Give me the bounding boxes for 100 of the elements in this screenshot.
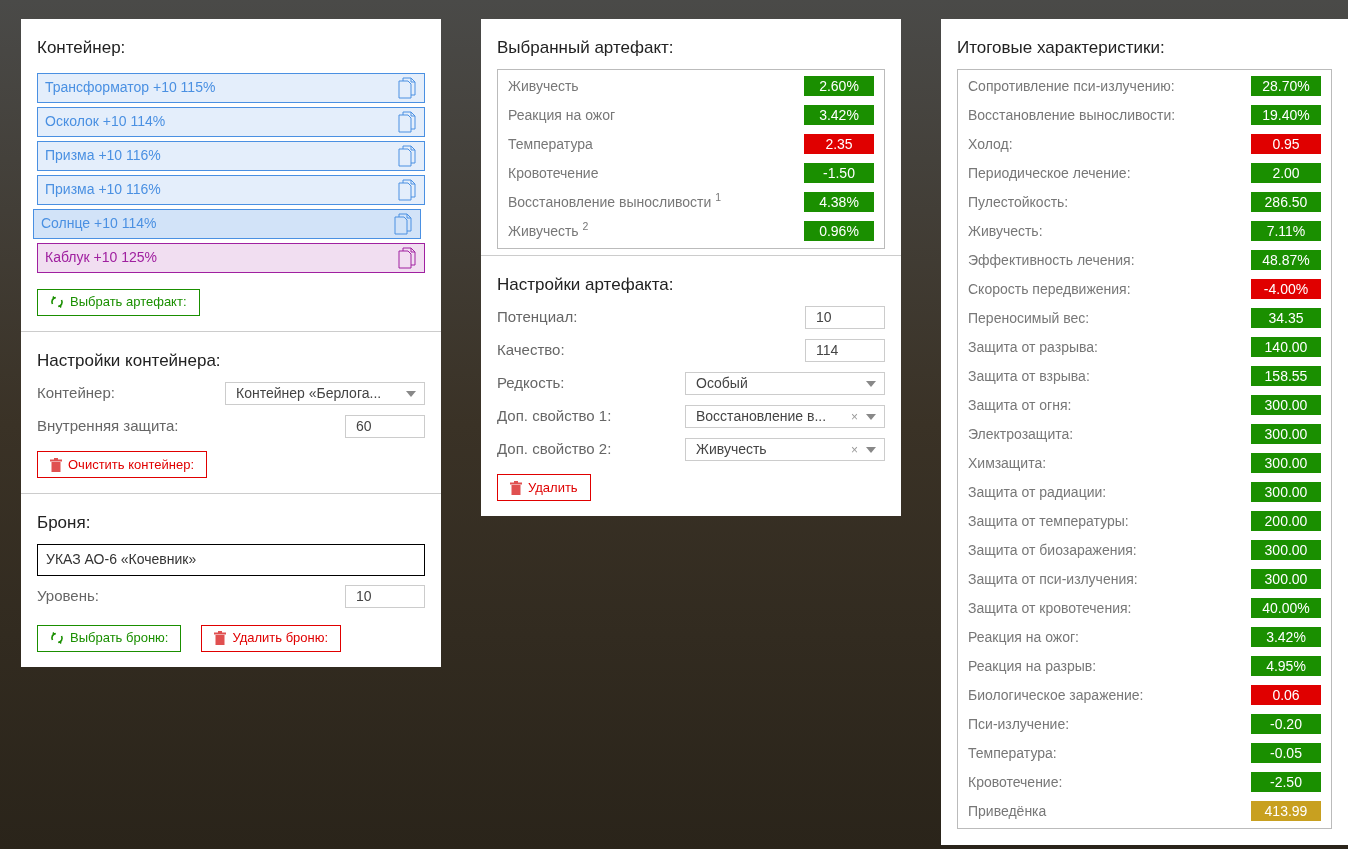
stat-value: 2.60%	[804, 76, 874, 96]
dropdown[interactable]: Особый	[685, 372, 885, 395]
number-field[interactable]: 10	[345, 584, 425, 608]
stat-label: Восстановление выносливости $^{1}$	[508, 191, 722, 212]
stat-label: Периодическое лечение:	[968, 163, 1131, 183]
dropdown[interactable]: Контейнер «Берлога...	[225, 382, 425, 405]
stat-value: 2.35	[804, 134, 874, 154]
stat-value: 286.50	[1251, 192, 1321, 212]
copy-icon[interactable]	[398, 246, 416, 269]
field-label: Редкость:	[497, 373, 565, 394]
stat-value: 200.00	[1251, 511, 1321, 531]
stat-label: Защита от огня:	[968, 395, 1072, 415]
armor-field[interactable]: УКАЗ АО-6 «Кочевник»	[37, 543, 425, 576]
delete-armor-button[interactable]: Удалить броню:	[201, 624, 342, 652]
choose-armor-button[interactable]: Выбрать броню:	[37, 624, 182, 652]
stat-label: Пулестойкость:	[968, 192, 1069, 212]
stat-value: 4.38%	[804, 192, 874, 212]
stat-label: Живучесть $^{2}$	[508, 220, 589, 241]
panel-title: Настройки контейнера:	[37, 349, 222, 372]
copy-icon[interactable]	[398, 144, 416, 167]
stat-label: Защита от биозаражения:	[968, 540, 1137, 560]
clear-container-button[interactable]: Очистить контейнер:	[37, 451, 207, 478]
stat-value: -1.50	[804, 163, 874, 183]
stat-label: Пси-излучение:	[968, 714, 1070, 734]
artifact-item[interactable]: Каблук +10 125%	[37, 242, 425, 273]
stat-label: Температура:	[968, 743, 1057, 763]
stat-label: Кровотечение:	[968, 772, 1063, 792]
dropdown[interactable]: Живучесть ×	[685, 438, 885, 461]
stat-label: Эффективность лечения:	[968, 250, 1135, 270]
trash-icon	[510, 480, 522, 495]
panel-title: Контейнер:	[37, 37, 127, 59]
number-field[interactable]: 10	[805, 306, 885, 329]
stat-value: 140.00	[1251, 337, 1321, 357]
panel-title: Итоговые характеристики:	[957, 37, 1166, 59]
stat-label: Кровотечение	[508, 163, 599, 183]
stat-label: Приведёнка	[968, 801, 1047, 821]
refresh-icon	[50, 631, 64, 645]
clear-icon[interactable]: ×	[851, 407, 858, 426]
stat-label: Защита от кровотечения:	[968, 598, 1132, 618]
stat-value: 300.00	[1251, 569, 1321, 589]
caret-icon	[866, 413, 876, 420]
stat-value: 3.42%	[1251, 627, 1321, 647]
stat-label: Переносимый вес:	[968, 308, 1090, 328]
field-label: Потенциал:	[497, 307, 578, 328]
stat-value: 300.00	[1251, 395, 1321, 415]
stat-label: Защита от пси-излучения:	[968, 569, 1138, 589]
stat-value: 34.35	[1251, 308, 1321, 328]
trash-icon	[214, 631, 227, 645]
stat-label: Восстановление выносливости:	[968, 105, 1176, 125]
stat-value: 3.42%	[804, 105, 874, 125]
stat-value: 300.00	[1251, 453, 1321, 473]
caret-icon	[866, 380, 876, 387]
stat-label: Скорость передвижения:	[968, 279, 1131, 299]
stat-value: 158.55	[1251, 366, 1321, 386]
stat-label: Химзащита:	[968, 453, 1047, 473]
artifact-item[interactable]: Призма +10 116%	[37, 174, 425, 205]
stat-label: Реакция на разрыв:	[968, 656, 1097, 676]
field-label: Уровень:	[37, 585, 99, 606]
stat-label: Реакция на ожог:	[968, 627, 1079, 647]
stat-label: Живучесть:	[968, 221, 1043, 241]
stat-value: -2.50	[1251, 772, 1321, 792]
caret-icon	[866, 446, 876, 453]
panel-title: Броня:	[37, 512, 92, 534]
stat-label: Защита от разрыва:	[968, 337, 1098, 357]
stat-value: -0.20	[1251, 714, 1321, 734]
stat-value: -4.00%	[1251, 279, 1321, 299]
stat-label: Живучесть	[508, 76, 579, 96]
stat-value: 300.00	[1251, 424, 1321, 444]
delete-artifact-button[interactable]: Удалить	[497, 474, 591, 501]
field-label: Качество:	[497, 340, 565, 361]
stat-label: Температура	[508, 134, 593, 154]
stat-label: Защита от взрыва:	[968, 366, 1090, 386]
field-label: Внутренняя защита:	[37, 416, 179, 437]
stat-label: Реакция на ожог	[508, 105, 616, 125]
artifact-item[interactable]: Призма +10 116%	[37, 140, 425, 171]
stat-value: 19.40%	[1251, 105, 1321, 125]
copy-icon[interactable]	[398, 76, 416, 99]
stat-value: 4.95%	[1251, 656, 1321, 676]
stat-value: 28.70%	[1251, 76, 1321, 96]
choose-artifact-button[interactable]: Выбрать артефакт:	[37, 288, 200, 316]
number-field[interactable]: 60	[345, 415, 425, 438]
stat-label: Защита от радиации:	[968, 482, 1107, 502]
stat-value: -0.05	[1251, 743, 1321, 763]
copy-icon[interactable]	[398, 110, 416, 133]
panel-title: Настройки артефакта:	[497, 273, 675, 296]
stat-value: 0.96%	[804, 221, 874, 241]
stat-value: 48.87%	[1251, 250, 1321, 270]
field-label: Доп. свойство 1:	[497, 406, 612, 427]
dropdown[interactable]: Восстановление в... ×	[685, 405, 885, 428]
copy-icon[interactable]	[398, 178, 416, 201]
stat-label: Защита от температуры:	[968, 511, 1129, 531]
stat-label: Биологическое заражение:	[968, 685, 1144, 705]
stat-value: 40.00%	[1251, 598, 1321, 618]
clear-icon[interactable]: ×	[851, 440, 858, 459]
number-field[interactable]: 114	[805, 339, 885, 362]
stat-value: 0.06	[1251, 685, 1321, 705]
refresh-icon	[50, 295, 64, 309]
copy-icon[interactable]	[394, 212, 412, 235]
artifact-item[interactable]: Осколок +10 114%	[37, 106, 425, 137]
artifact-item[interactable]: Трансформатор +10 115%	[37, 72, 425, 103]
